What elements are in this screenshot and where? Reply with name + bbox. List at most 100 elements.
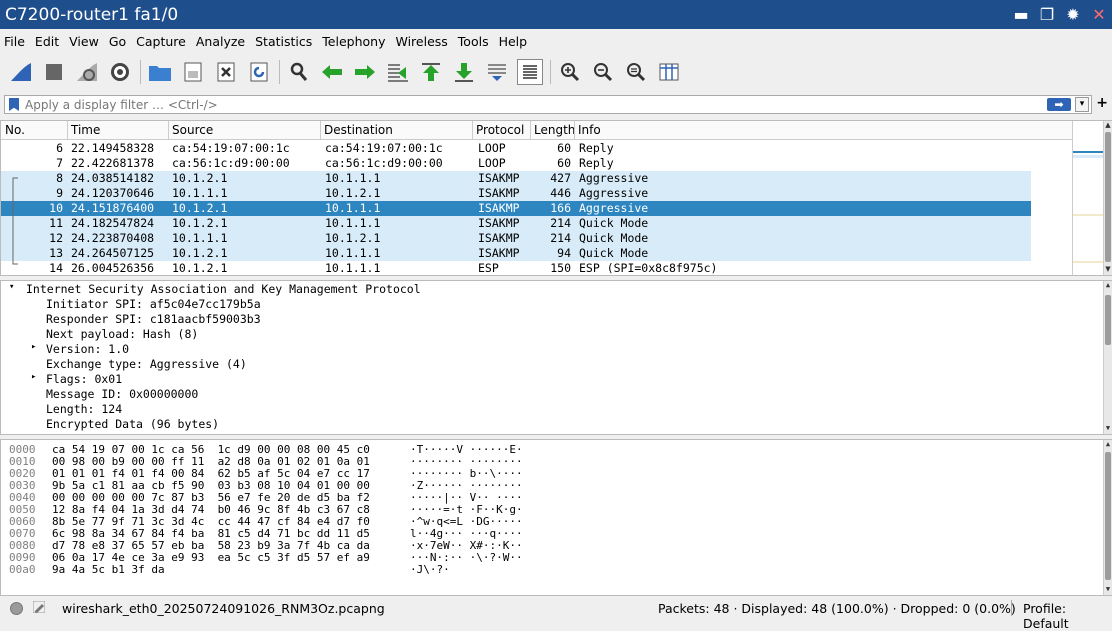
scroll-up-icon[interactable]: ▲ — [1104, 440, 1112, 449]
restart-icon[interactable] — [74, 59, 100, 85]
detail-tree-item[interactable]: Next payload: Hash (8) — [46, 327, 198, 341]
column-header-time[interactable]: Time — [71, 123, 100, 137]
detail-tree-item[interactable]: Initiator SPI: af5c04e7cc179b5a — [46, 297, 261, 311]
hex-bytes[interactable]: 9a 4a 5c b1 3f da — [52, 564, 165, 576]
autoscroll-icon[interactable] — [484, 59, 510, 85]
packet-list-header: No. Time Source Destination Protocol Len… — [1, 121, 1073, 140]
close-file-icon[interactable] — [213, 59, 239, 85]
column-header-source[interactable]: Source — [172, 123, 213, 137]
menu-file[interactable]: File — [4, 34, 25, 49]
back-arrow-icon[interactable] — [319, 59, 345, 85]
tree-expander-icon[interactable]: ▸ — [31, 342, 36, 352]
tree-expander-icon[interactable]: ▸ — [31, 372, 36, 382]
expert-info-status-icon[interactable] — [10, 602, 23, 615]
close-icon[interactable]: ✕ — [1086, 5, 1112, 24]
bookmark-icon[interactable] — [9, 98, 19, 111]
packet-list-scrollbar[interactable]: ▲ ▼ — [1103, 121, 1112, 275]
open-folder-icon[interactable] — [147, 59, 173, 85]
bytes-scrollbar[interactable]: ▲ ▼ — [1103, 440, 1112, 595]
scroll-down-icon[interactable]: ▼ — [1104, 424, 1112, 433]
zoom-in-icon[interactable] — [557, 59, 583, 85]
packet-row[interactable]: 10 24.151876400 10.1.2.1 10.1.1.1 ISAKMP 166 A… — [1, 201, 1031, 216]
menu-analyze[interactable]: Analyze — [196, 34, 245, 49]
tree-expander-icon[interactable]: ▾ — [9, 282, 14, 292]
packet-time-cell: 22.422681378 — [71, 156, 155, 170]
add-filter-button-plus-icon[interactable]: + — [1096, 95, 1108, 111]
minimize-icon[interactable]: ▬ — [1008, 5, 1034, 24]
menu-go[interactable]: Go — [109, 34, 126, 49]
packet-proto-cell: ESP — [478, 261, 499, 275]
menu-edit[interactable]: Edit — [35, 34, 59, 49]
scroll-up-icon[interactable]: ▲ — [1104, 121, 1112, 130]
scrollbar-thumb[interactable] — [1105, 295, 1111, 345]
column-header-destination[interactable]: Destination — [324, 123, 393, 137]
zoom-out-icon[interactable] — [590, 59, 616, 85]
configuration-profile[interactable]: Profile: Default — [1023, 601, 1112, 631]
menu-capture[interactable]: Capture — [136, 34, 186, 49]
detail-tree-item[interactable]: Encrypted Data (96 bytes) — [46, 417, 219, 431]
zoom-reset-icon[interactable] — [623, 59, 649, 85]
packet-row[interactable]: 11 24.182547824 10.1.2.1 10.1.1.1 ISAKMP 214 Q… — [1, 216, 1031, 231]
colorize-icon[interactable] — [517, 59, 543, 85]
forward-arrow-icon[interactable] — [352, 59, 378, 85]
apply-filter-arrow-icon[interactable]: ➡ — [1047, 98, 1071, 111]
detail-tree-item[interactable]: Version: 1.0 — [46, 342, 129, 356]
packet-row[interactable]: 7 22.422681378 ca:56:1c:d9:00:00 ca:56:1c:d… — [1, 156, 1031, 171]
shark-fin-start-icon[interactable] — [8, 59, 34, 85]
settings-icon[interactable]: ✹ — [1060, 5, 1086, 24]
menu-wireless[interactable]: Wireless — [395, 34, 447, 49]
packet-row[interactable]: 14 26.004526356 10.1.2.1 10.1.1.1 ESP 150 ESP … — [1, 261, 1031, 276]
column-divider[interactable] — [168, 121, 169, 140]
column-divider[interactable] — [472, 121, 473, 140]
menu-view[interactable]: View — [69, 34, 99, 49]
column-header-info[interactable]: Info — [578, 123, 601, 137]
first-packet-icon[interactable] — [418, 59, 444, 85]
detail-tree-item[interactable]: Internet Security Association and Key Ma… — [26, 282, 421, 296]
menu-help[interactable]: Help — [499, 34, 528, 49]
column-header-length[interactable]: Length — [534, 123, 575, 137]
scroll-down-icon[interactable]: ▼ — [1104, 265, 1112, 274]
options-gear-icon[interactable] — [107, 59, 133, 85]
detail-tree-item[interactable]: Exchange type: Aggressive (4) — [46, 357, 247, 371]
packet-len-cell: 214 — [550, 231, 571, 245]
menu-telephony[interactable]: Telephony — [322, 34, 385, 49]
column-header-protocol[interactable]: Protocol — [476, 123, 524, 137]
capture-comment-pencil-icon[interactable] — [33, 601, 45, 613]
save-file-icon[interactable] — [180, 59, 206, 85]
scroll-down-icon[interactable]: ▼ — [1104, 585, 1112, 594]
detail-tree-item[interactable]: Message ID: 0x00000000 — [46, 387, 198, 401]
packet-row[interactable]: 13 24.264507125 10.1.2.1 10.1.1.1 ISAKMP 94 Qu… — [1, 246, 1031, 261]
menu-tools[interactable]: Tools — [458, 34, 489, 49]
last-packet-icon[interactable] — [451, 59, 477, 85]
display-filter-input[interactable]: Apply a display filter … <Ctrl-/> ➡ ▾ — [4, 95, 1092, 114]
ascii-bytes[interactable]: ·J\·?· — [410, 564, 450, 576]
detail-tree-item[interactable]: Flags: 0x01 — [46, 372, 122, 386]
scroll-up-icon[interactable]: ▲ — [1104, 281, 1112, 290]
column-header-no[interactable]: No. — [5, 123, 25, 137]
stop-icon[interactable] — [41, 59, 67, 85]
filter-history-chevron-down-icon[interactable]: ▾ — [1075, 97, 1089, 112]
scrollbar-thumb[interactable] — [1105, 132, 1111, 262]
packet-src-cell: 10.1.2.1 — [172, 261, 228, 275]
column-divider[interactable] — [530, 121, 531, 140]
go-to-packet-icon[interactable] — [385, 59, 411, 85]
resize-columns-icon[interactable] — [656, 59, 682, 85]
packet-minimap[interactable] — [1072, 121, 1103, 275]
restore-icon[interactable]: ❐ — [1034, 5, 1060, 24]
detail-tree-item[interactable]: Responder SPI: c181aacbf59003b3 — [46, 312, 261, 326]
reload-icon[interactable] — [246, 59, 272, 85]
packet-row[interactable]: 9 24.120370646 10.1.1.1 10.1.2.1 ISAKMP 446 Ag… — [1, 186, 1031, 201]
packet-proto-cell: ISAKMP — [478, 231, 520, 245]
detail-tree-item[interactable]: Length: 124 — [46, 402, 122, 416]
packet-row[interactable]: 6 22.149458328 ca:54:19:07:00:1c ca:54:19:0… — [1, 141, 1031, 156]
find-icon[interactable] — [286, 59, 312, 85]
packet-row[interactable]: 12 24.223870408 10.1.1.1 10.1.2.1 ISAKMP 214 Q… — [1, 231, 1031, 246]
column-divider[interactable] — [320, 121, 321, 140]
column-divider[interactable] — [67, 121, 68, 140]
scrollbar-thumb[interactable] — [1105, 452, 1111, 580]
details-scrollbar[interactable]: ▲ ▼ — [1103, 281, 1112, 434]
packet-len-cell: 427 — [550, 171, 571, 185]
column-divider[interactable] — [574, 121, 575, 140]
menu-statistics[interactable]: Statistics — [255, 34, 312, 49]
packet-row[interactable]: 8 24.038514182 10.1.2.1 10.1.1.1 ISAKMP 427 Ag… — [1, 171, 1031, 186]
